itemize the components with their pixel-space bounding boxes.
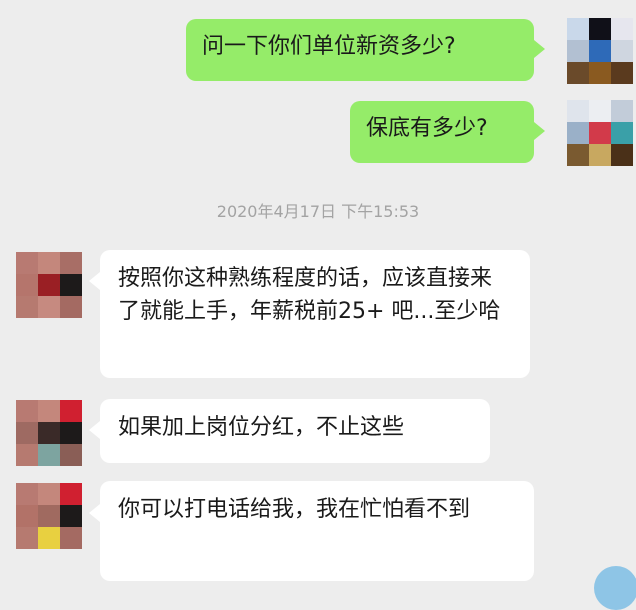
message-bubble[interactable]: 问一下你们单位新资多少? [186,19,534,81]
avatar[interactable] [567,18,633,84]
message-bubble[interactable]: 如果加上岗位分红，不止这些 [100,399,490,463]
bubble-tail [89,504,100,522]
bubble-tail [89,272,100,290]
floating-action-button[interactable] [594,566,636,610]
avatar[interactable] [567,100,633,166]
message-bubble[interactable]: 保底有多少? [350,101,534,163]
message-text: 问一下你们单位新资多少? [202,34,456,59]
avatar[interactable] [16,483,82,549]
message-text: 按照你这种熟练程度的话，应该直接来了就能上手，年薪税前25+ 吧...至少哈 [118,266,501,324]
bubble-tail [534,122,545,140]
message-bubble[interactable]: 你可以打电话给我，我在忙怕看不到 [100,481,534,581]
bubble-tail [89,421,100,439]
avatar[interactable] [16,400,82,466]
message-bubble[interactable]: 按照你这种熟练程度的话，应该直接来了就能上手，年薪税前25+ 吧...至少哈 [100,250,530,378]
bubble-tail [534,40,545,58]
avatar[interactable] [16,252,82,318]
message-timestamp: 2020年4月17日 下午15:53 [216,202,420,221]
message-text: 保底有多少? [366,116,488,141]
message-text: 如果加上岗位分红，不止这些 [118,415,405,440]
message-text: 你可以打电话给我，我在忙怕看不到 [118,497,471,522]
